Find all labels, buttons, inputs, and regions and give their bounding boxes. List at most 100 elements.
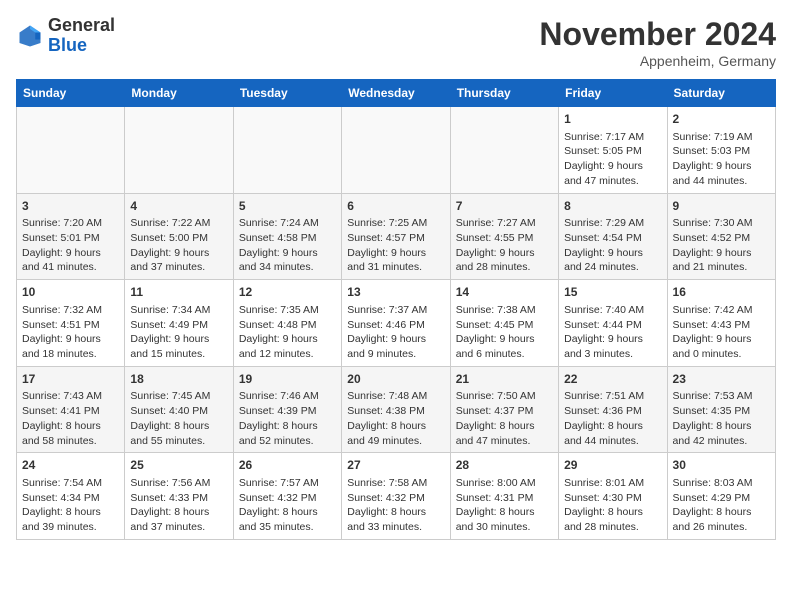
logo-blue-text: Blue [48, 35, 87, 55]
sunset-text: Sunset: 4:51 PM [22, 318, 119, 333]
sunset-text: Sunset: 4:31 PM [456, 491, 553, 506]
sunset-text: Sunset: 4:49 PM [130, 318, 227, 333]
sunrise-text: Sunrise: 7:25 AM [347, 216, 444, 231]
daylight-text: Daylight: 8 hours and 28 minutes. [564, 505, 661, 534]
sunset-text: Sunset: 4:54 PM [564, 231, 661, 246]
day-number: 16 [673, 284, 770, 301]
table-row: 25Sunrise: 7:56 AMSunset: 4:33 PMDayligh… [125, 453, 233, 540]
sunrise-text: Sunrise: 7:43 AM [22, 389, 119, 404]
table-row: 22Sunrise: 7:51 AMSunset: 4:36 PMDayligh… [559, 366, 667, 453]
calendar-week-1: 1Sunrise: 7:17 AMSunset: 5:05 PMDaylight… [17, 107, 776, 194]
sunset-text: Sunset: 4:29 PM [673, 491, 770, 506]
daylight-text: Daylight: 9 hours and 41 minutes. [22, 246, 119, 275]
col-thursday: Thursday [450, 80, 558, 107]
sunset-text: Sunset: 5:01 PM [22, 231, 119, 246]
day-number: 14 [456, 284, 553, 301]
table-row: 17Sunrise: 7:43 AMSunset: 4:41 PMDayligh… [17, 366, 125, 453]
sunset-text: Sunset: 4:33 PM [130, 491, 227, 506]
table-row: 29Sunrise: 8:01 AMSunset: 4:30 PMDayligh… [559, 453, 667, 540]
col-saturday: Saturday [667, 80, 775, 107]
day-number: 18 [130, 371, 227, 388]
daylight-text: Daylight: 8 hours and 49 minutes. [347, 419, 444, 448]
table-row: 13Sunrise: 7:37 AMSunset: 4:46 PMDayligh… [342, 280, 450, 367]
sunrise-text: Sunrise: 7:48 AM [347, 389, 444, 404]
table-row: 23Sunrise: 7:53 AMSunset: 4:35 PMDayligh… [667, 366, 775, 453]
sunrise-text: Sunrise: 8:01 AM [564, 476, 661, 491]
day-number: 11 [130, 284, 227, 301]
sunset-text: Sunset: 4:38 PM [347, 404, 444, 419]
daylight-text: Daylight: 8 hours and 33 minutes. [347, 505, 444, 534]
daylight-text: Daylight: 9 hours and 15 minutes. [130, 332, 227, 361]
daylight-text: Daylight: 8 hours and 37 minutes. [130, 505, 227, 534]
sunset-text: Sunset: 4:39 PM [239, 404, 336, 419]
sunset-text: Sunset: 4:41 PM [22, 404, 119, 419]
day-number: 6 [347, 198, 444, 215]
table-row: 4Sunrise: 7:22 AMSunset: 5:00 PMDaylight… [125, 193, 233, 280]
sunrise-text: Sunrise: 7:17 AM [564, 130, 661, 145]
sunset-text: Sunset: 4:48 PM [239, 318, 336, 333]
table-row: 10Sunrise: 7:32 AMSunset: 4:51 PMDayligh… [17, 280, 125, 367]
logo-general-text: General [48, 15, 115, 35]
calendar-week-4: 17Sunrise: 7:43 AMSunset: 4:41 PMDayligh… [17, 366, 776, 453]
table-row: 21Sunrise: 7:50 AMSunset: 4:37 PMDayligh… [450, 366, 558, 453]
logo: General Blue [16, 16, 115, 56]
day-number: 10 [22, 284, 119, 301]
table-row: 2Sunrise: 7:19 AMSunset: 5:03 PMDaylight… [667, 107, 775, 194]
day-number: 9 [673, 198, 770, 215]
table-row [233, 107, 341, 194]
sunset-text: Sunset: 4:46 PM [347, 318, 444, 333]
daylight-text: Daylight: 8 hours and 30 minutes. [456, 505, 553, 534]
col-wednesday: Wednesday [342, 80, 450, 107]
daylight-text: Daylight: 9 hours and 31 minutes. [347, 246, 444, 275]
sunset-text: Sunset: 4:35 PM [673, 404, 770, 419]
sunset-text: Sunset: 4:40 PM [130, 404, 227, 419]
sunrise-text: Sunrise: 7:42 AM [673, 303, 770, 318]
table-row [342, 107, 450, 194]
sunset-text: Sunset: 5:00 PM [130, 231, 227, 246]
daylight-text: Daylight: 9 hours and 18 minutes. [22, 332, 119, 361]
calendar-week-2: 3Sunrise: 7:20 AMSunset: 5:01 PMDaylight… [17, 193, 776, 280]
calendar-table: Sunday Monday Tuesday Wednesday Thursday… [16, 79, 776, 540]
col-monday: Monday [125, 80, 233, 107]
day-number: 8 [564, 198, 661, 215]
table-row: 6Sunrise: 7:25 AMSunset: 4:57 PMDaylight… [342, 193, 450, 280]
sunrise-text: Sunrise: 7:35 AM [239, 303, 336, 318]
sunrise-text: Sunrise: 8:03 AM [673, 476, 770, 491]
daylight-text: Daylight: 9 hours and 0 minutes. [673, 332, 770, 361]
day-number: 23 [673, 371, 770, 388]
sunset-text: Sunset: 4:34 PM [22, 491, 119, 506]
day-number: 12 [239, 284, 336, 301]
daylight-text: Daylight: 9 hours and 37 minutes. [130, 246, 227, 275]
daylight-text: Daylight: 8 hours and 52 minutes. [239, 419, 336, 448]
table-row: 30Sunrise: 8:03 AMSunset: 4:29 PMDayligh… [667, 453, 775, 540]
table-row: 24Sunrise: 7:54 AMSunset: 4:34 PMDayligh… [17, 453, 125, 540]
sunset-text: Sunset: 4:58 PM [239, 231, 336, 246]
sunrise-text: Sunrise: 7:34 AM [130, 303, 227, 318]
sunset-text: Sunset: 5:05 PM [564, 144, 661, 159]
month-title: November 2024 [539, 16, 776, 53]
sunset-text: Sunset: 4:45 PM [456, 318, 553, 333]
table-row: 27Sunrise: 7:58 AMSunset: 4:32 PMDayligh… [342, 453, 450, 540]
day-number: 2 [673, 111, 770, 128]
day-number: 7 [456, 198, 553, 215]
day-number: 27 [347, 457, 444, 474]
day-number: 21 [456, 371, 553, 388]
sunset-text: Sunset: 4:37 PM [456, 404, 553, 419]
calendar-header-row: Sunday Monday Tuesday Wednesday Thursday… [17, 80, 776, 107]
table-row: 14Sunrise: 7:38 AMSunset: 4:45 PMDayligh… [450, 280, 558, 367]
sunset-text: Sunset: 4:52 PM [673, 231, 770, 246]
daylight-text: Daylight: 9 hours and 6 minutes. [456, 332, 553, 361]
table-row: 1Sunrise: 7:17 AMSunset: 5:05 PMDaylight… [559, 107, 667, 194]
daylight-text: Daylight: 8 hours and 47 minutes. [456, 419, 553, 448]
table-row [17, 107, 125, 194]
sunrise-text: Sunrise: 7:54 AM [22, 476, 119, 491]
day-number: 28 [456, 457, 553, 474]
sunrise-text: Sunrise: 7:19 AM [673, 130, 770, 145]
daylight-text: Daylight: 8 hours and 58 minutes. [22, 419, 119, 448]
table-row: 11 Sunrise: 7:34 AMSunset: 4:49 PMDayligh… [125, 280, 233, 367]
sunset-text: Sunset: 4:36 PM [564, 404, 661, 419]
sunrise-text: Sunrise: 7:58 AM [347, 476, 444, 491]
page-header: General Blue November 2024 Appenheim, Ge… [16, 16, 776, 69]
daylight-text: Daylight: 9 hours and 12 minutes. [239, 332, 336, 361]
calendar-week-5: 24Sunrise: 7:54 AMSunset: 4:34 PMDayligh… [17, 453, 776, 540]
